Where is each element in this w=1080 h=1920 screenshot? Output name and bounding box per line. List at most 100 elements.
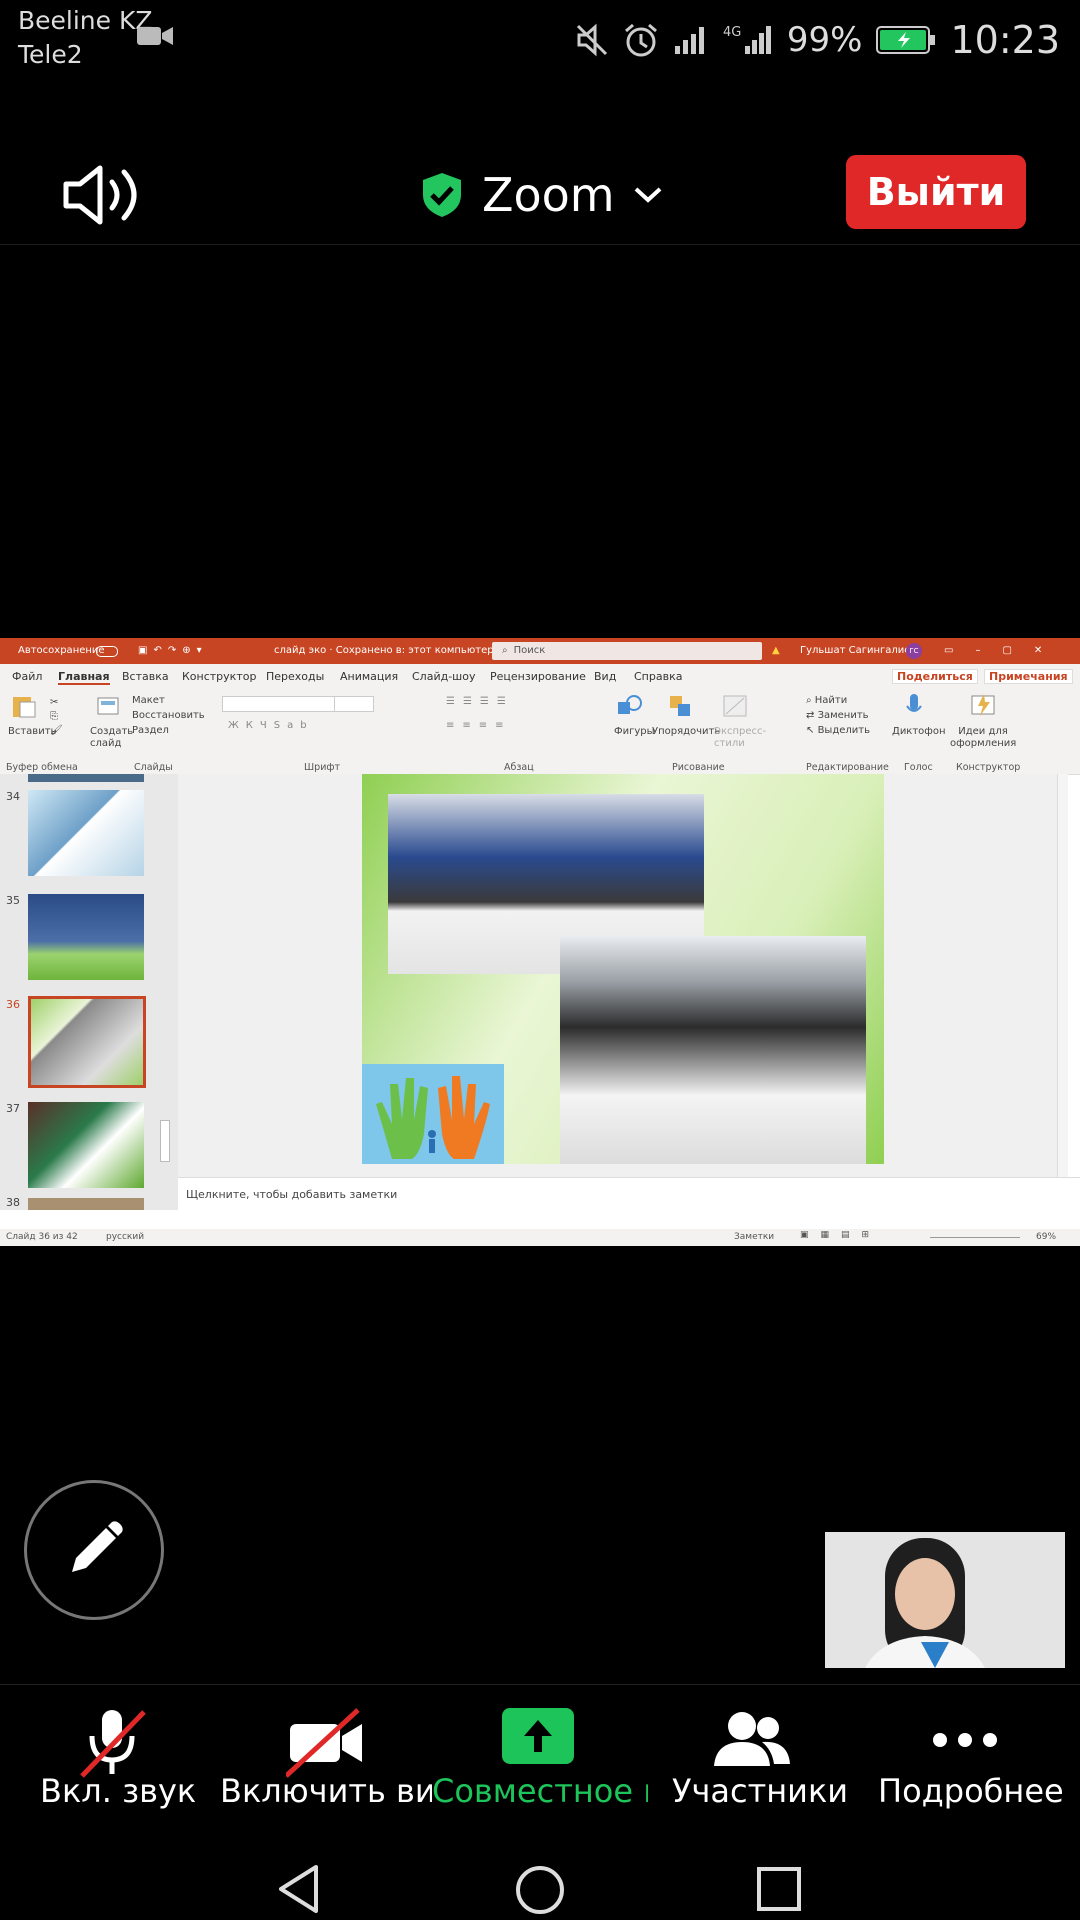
slide-number: 36 (6, 998, 20, 1011)
group-editing: Редактирование (806, 762, 889, 773)
slide-thumbnail-34[interactable] (28, 790, 144, 876)
back-icon[interactable] (276, 1864, 322, 1914)
warning-icon: ▲ (772, 645, 780, 656)
alarm-icon (624, 23, 657, 57)
find-button[interactable]: ⌕ Найти (806, 695, 847, 706)
menu-help[interactable]: Справка (634, 670, 682, 683)
new-slide-button[interactable]: Создать слайд (90, 726, 133, 750)
zoom-level[interactable]: 69% (1036, 1232, 1056, 1242)
slide-number: 38 (6, 1196, 20, 1209)
slide-thumbnail-38[interactable] (28, 1198, 144, 1210)
clipboard-icons[interactable]: ✂ ⎘ 🖌 (50, 696, 63, 738)
replace-label: Заменить (817, 710, 869, 721)
ppt-comments-button[interactable]: Примечания (984, 669, 1073, 684)
menu-review[interactable]: Рецензирование (490, 670, 586, 683)
find-icon: ⌕ (806, 695, 815, 706)
layout-button[interactable]: Макет (132, 695, 165, 706)
replace-icon: ⇄ (806, 710, 818, 721)
replace-button[interactable]: ⇄ Заменить (806, 710, 869, 721)
menu-home[interactable]: Главная (58, 670, 110, 685)
home-icon[interactable] (514, 1864, 566, 1916)
participants-button[interactable]: Участники (660, 1684, 860, 1834)
slide-thumbnail-35[interactable] (28, 894, 144, 980)
slide-thumbnail-37[interactable] (28, 1102, 144, 1188)
participants-label: Участники (672, 1772, 849, 1810)
unmute-button[interactable]: Вкл. звук (0, 1684, 220, 1834)
slide-thumbnail-33[interactable] (28, 774, 144, 782)
top-divider (0, 244, 1080, 245)
battery-icon (876, 26, 936, 54)
select-icon: ↖ (806, 725, 818, 736)
menu-file[interactable]: Файл (12, 670, 42, 683)
slide-thumbnails: 34 35 36 37 38 (0, 774, 178, 1210)
slide-number: 35 (6, 894, 20, 907)
paragraph-icons[interactable]: ☰☰☰☰ (446, 696, 514, 707)
language-indicator[interactable]: русский (106, 1232, 144, 1242)
ppt-share-button[interactable]: Поделиться (892, 669, 978, 684)
canvas-scrollbar[interactable] (1057, 774, 1068, 1177)
arrange-icon (670, 696, 690, 716)
view-mode-icons[interactable]: ▣▦▤⊞ (800, 1230, 881, 1240)
leave-button[interactable]: Выйти (846, 155, 1026, 229)
dictate-button[interactable]: Диктофон (892, 726, 946, 737)
group-clipboard: Буфер обмена (6, 762, 78, 773)
ppt-autosave: Автосохранение (18, 645, 105, 656)
recents-icon[interactable] (756, 1866, 802, 1912)
notes-toggle[interactable]: Заметки (734, 1232, 774, 1242)
select-button[interactable]: ↖ Выделить (806, 725, 870, 736)
participant-video[interactable] (825, 1532, 1065, 1668)
paste-icon (13, 697, 36, 718)
window-controls[interactable]: ▭–▢✕ (944, 645, 1064, 656)
share-screen-button[interactable]: Совместное и (432, 1684, 648, 1834)
group-designer: Конструктор (956, 762, 1021, 773)
system-nav-bar (0, 1844, 1080, 1920)
align-icons[interactable]: ≡≡≡≡ (446, 720, 512, 731)
quick-access-icons[interactable]: ▣↶↷⊕▾ (138, 645, 208, 656)
menu-animation[interactable]: Анимация (340, 670, 398, 683)
status-carrier: Beeline KZ Tele2 (18, 4, 153, 72)
hands-heart-icon (376, 1076, 490, 1159)
ppt-menu-bar: Файл Главная Вставка Конструктор Переход… (0, 664, 1080, 688)
notes-pane[interactable]: Щелкните, чтобы добавить заметки (178, 1177, 1080, 1211)
user-avatar[interactable]: ГС (906, 643, 922, 659)
quickstyles-button[interactable]: Экспресс-стили (714, 726, 766, 750)
meeting-title: Zoom (482, 168, 615, 222)
group-font: Шрифт (304, 762, 341, 773)
more-dots-icon (933, 1733, 997, 1747)
design-ideas-icon (971, 694, 995, 716)
slide-thumbnail-36[interactable] (28, 996, 146, 1088)
video-call-icon (137, 27, 173, 45)
start-video-button[interactable]: Включить вид (220, 1684, 432, 1834)
slide-photo-bottom[interactable] (560, 936, 866, 1164)
menu-design[interactable]: Конструктор (182, 670, 256, 683)
shapes-button[interactable]: Фигуры (614, 726, 655, 737)
menu-view[interactable]: Вид (594, 670, 616, 683)
more-button[interactable]: Подробнее (872, 1684, 1072, 1834)
reset-button[interactable]: Восстановить (132, 710, 205, 721)
autosave-toggle[interactable] (96, 646, 118, 657)
battery-percent: 99% (786, 20, 863, 60)
speaker-icon[interactable] (60, 160, 150, 230)
arrange-button[interactable]: Упорядочить (652, 726, 720, 737)
annotate-button[interactable] (24, 1480, 164, 1620)
design-ideas-button[interactable]: Идеи для оформления (950, 726, 1016, 750)
clock: 10:23 (950, 18, 1060, 62)
section-button[interactable]: Раздел (132, 725, 169, 736)
font-size-field[interactable] (334, 696, 374, 712)
ppt-search-box[interactable]: ⌕ Поиск (492, 642, 762, 660)
share-screen-label: Совместное и (432, 1772, 648, 1810)
zoom-slider[interactable] (930, 1237, 1020, 1238)
search-icon: ⌕ (502, 645, 508, 656)
meeting-title-dropdown[interactable]: Zoom (420, 160, 663, 230)
microphone-muted-icon (80, 1710, 146, 1778)
ppt-doc-title: слайд эко · Сохранено в: этот компьютер … (274, 645, 506, 656)
font-format-icons[interactable]: ЖКЧSab (228, 720, 314, 731)
menu-insert[interactable]: Вставка (122, 670, 169, 683)
more-label: Подробнее (878, 1772, 1064, 1810)
menu-transitions[interactable]: Переходы (266, 670, 324, 683)
thumbnail-scrollbar[interactable] (160, 1120, 170, 1162)
current-slide[interactable] (362, 774, 884, 1164)
slide-hands-logo[interactable] (362, 1064, 504, 1164)
shield-check-icon (423, 173, 461, 217)
menu-slideshow[interactable]: Слайд-шоу (412, 670, 475, 683)
